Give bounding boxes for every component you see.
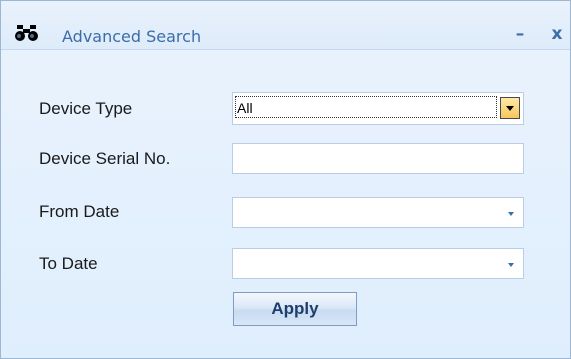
device-type-dropdown-button[interactable] [500,97,520,119]
device-type-select[interactable]: All [232,92,524,125]
device-type-value[interactable]: All [235,96,497,118]
window-title: Advanced Search [62,27,202,46]
from-date-label: From Date [39,202,120,221]
from-date-picker[interactable] [232,197,524,228]
device-serial-input[interactable] [232,143,524,174]
to-date-picker[interactable] [232,248,524,279]
close-button[interactable]: x [548,23,566,45]
device-type-label: Device Type [39,99,133,118]
title-bar[interactable]: Advanced Search – x [1,1,570,50]
device-serial-label: Device Serial No. [39,149,171,168]
binoculars-icon [15,24,41,42]
chevron-down-icon[interactable] [508,212,514,216]
to-date-label: To Date [39,254,98,273]
apply-button[interactable]: Apply [233,292,357,326]
minimize-button[interactable]: – [511,23,529,45]
chevron-down-icon [506,106,514,111]
chevron-down-icon[interactable] [508,263,514,267]
advanced-search-dialog: Advanced Search – x Device Type All Devi… [0,0,571,359]
